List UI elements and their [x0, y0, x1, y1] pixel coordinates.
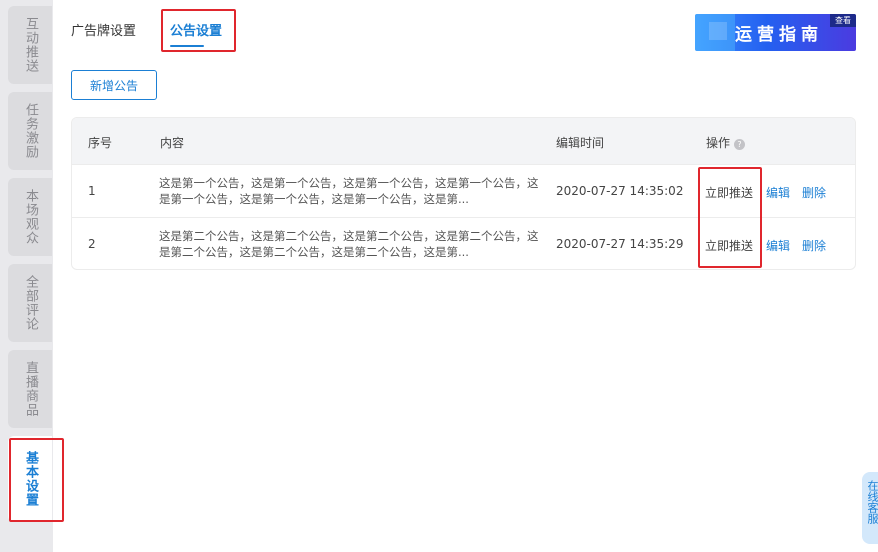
- side-tab-label: 任务激励: [23, 103, 38, 159]
- tab-billboard-settings[interactable]: 广告牌设置: [71, 20, 136, 39]
- row-index: 1: [88, 184, 96, 198]
- row-edit-time: 2020-07-27 14:35:29: [556, 237, 684, 251]
- side-tab-label: 互动推送: [23, 17, 38, 73]
- banner-decoration: [709, 22, 727, 40]
- column-header-index: 序号: [88, 136, 113, 150]
- column-header-content: 内容: [160, 136, 185, 150]
- operation-guide-banner[interactable]: 运营指南 查看: [695, 14, 856, 51]
- side-tab-task-incentive[interactable]: 任务激励: [8, 92, 52, 170]
- side-tab-live-products[interactable]: 直播商品: [8, 350, 52, 428]
- edit-link[interactable]: 编辑: [766, 184, 790, 201]
- row-index: 2: [88, 237, 96, 251]
- highlight-box: [9, 438, 64, 522]
- table-header: 序号 内容 编辑时间 操作?: [72, 118, 855, 164]
- add-announcement-button[interactable]: 新增公告: [71, 70, 157, 100]
- banner-view-tag[interactable]: 查看: [830, 14, 856, 27]
- banner-text: 运营指南: [735, 25, 823, 45]
- online-service-button[interactable]: 在线客服: [862, 472, 878, 544]
- row-content: 这是第二个公告，这是第二个公告，这是第二个公告，这是第二个公告，这是第二个公告，…: [159, 229, 539, 259]
- row-edit-time: 2020-07-27 14:35:02: [556, 184, 684, 198]
- row-content: 这是第一个公告，这是第一个公告，这是第一个公告，这是第一个公告，这是第一个公告，…: [159, 176, 539, 206]
- highlight-box: [161, 9, 236, 52]
- column-header-edit-time: 编辑时间: [556, 136, 605, 150]
- column-header-actions: 操作?: [706, 134, 746, 151]
- main-panel: 广告牌设置 公告设置 运营指南 查看 新增公告 序号 内容 编辑时间 操作? 1…: [53, 0, 878, 552]
- side-tab-audience[interactable]: 本场观众: [8, 178, 52, 256]
- side-tab-interactive-push[interactable]: 互动推送: [8, 6, 52, 84]
- online-service-label: 在线客服: [866, 480, 878, 524]
- column-header-actions-label: 操作: [706, 136, 731, 150]
- side-tab-all-comments[interactable]: 全部评论: [8, 264, 52, 342]
- highlight-box: [698, 167, 762, 268]
- side-tab-label: 全部评论: [23, 275, 38, 331]
- help-icon[interactable]: ?: [734, 139, 746, 150]
- side-tab-label: 本场观众: [23, 189, 38, 245]
- side-tab-label: 直播商品: [23, 361, 38, 417]
- edit-link[interactable]: 编辑: [766, 237, 790, 254]
- delete-link[interactable]: 删除: [802, 237, 826, 254]
- delete-link[interactable]: 删除: [802, 184, 826, 201]
